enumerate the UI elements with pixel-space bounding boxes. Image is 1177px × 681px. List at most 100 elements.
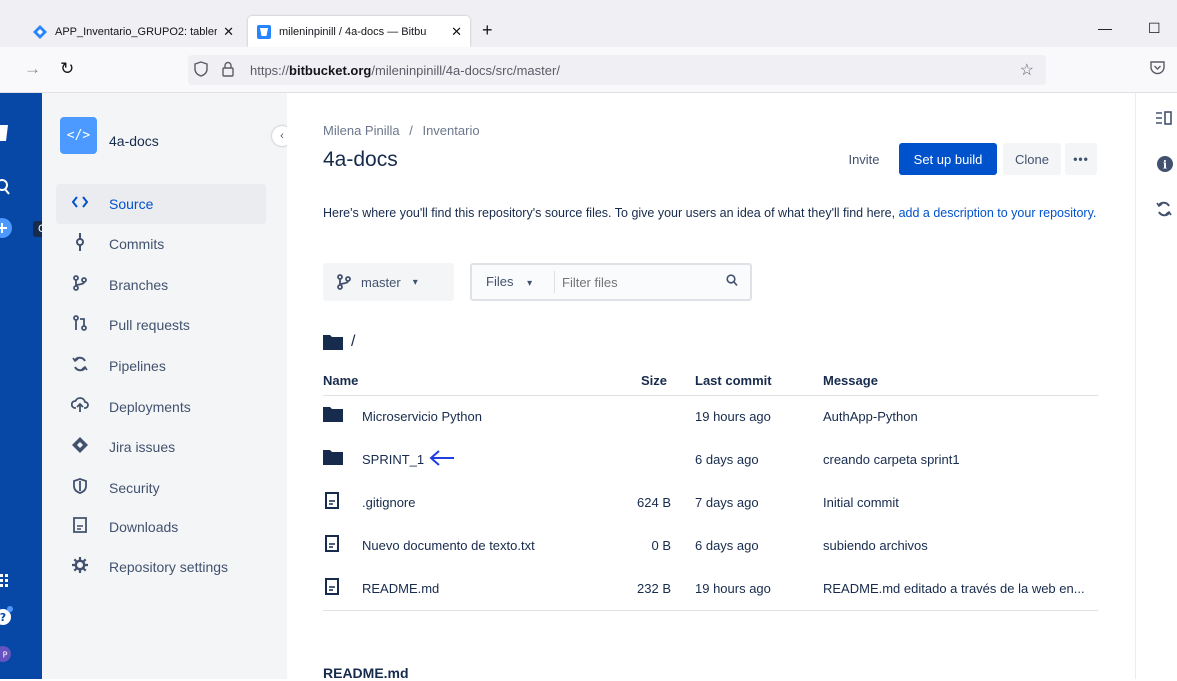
column-header-last-commit: Last commit: [695, 373, 772, 388]
sidebar-item-label: Jira issues: [109, 439, 176, 455]
sync-icon[interactable]: [1156, 201, 1172, 221]
branch-selector[interactable]: master ▾: [323, 263, 454, 301]
branch-name: master: [361, 274, 401, 290]
commit-message[interactable]: subiendo archivos: [823, 538, 928, 553]
sidebar-item-label: Commits: [109, 236, 165, 252]
file-name[interactable]: README.md: [362, 581, 439, 596]
last-commit: 6 days ago: [695, 538, 759, 553]
sidebar-item-commits[interactable]: Commits: [56, 224, 266, 264]
forward-arrow-icon[interactable]: →: [24, 59, 41, 79]
filter-files-input[interactable]: [562, 271, 712, 293]
commit-message[interactable]: Initial commit: [823, 495, 899, 510]
sidebar-item-label: Deployments: [109, 399, 191, 415]
branch-icon: [69, 274, 91, 296]
lock-icon[interactable]: [222, 61, 234, 81]
table-row[interactable]: Nuevo documento de texto.txt 0 B 6 days …: [323, 525, 1098, 568]
bitbucket-logo-icon[interactable]: [0, 123, 8, 148]
jira-icon: [69, 436, 91, 458]
search-icon[interactable]: [726, 274, 738, 290]
toc-icon[interactable]: [1156, 111, 1172, 129]
folder-icon: [323, 406, 343, 425]
commit-icon: [69, 232, 91, 256]
sidebar-item-pipelines[interactable]: Pipelines: [56, 346, 266, 386]
sidebar-item-source[interactable]: Source: [56, 184, 266, 224]
sidebar-item-deployments[interactable]: Deployments: [56, 387, 266, 427]
commit-message[interactable]: README.md editado a través de la web en.…: [823, 581, 1085, 596]
new-tab-button[interactable]: +: [482, 20, 493, 41]
sidebar-item-label: Downloads: [109, 519, 179, 535]
file-icon: [325, 578, 339, 598]
right-rail: i: [1135, 93, 1177, 679]
repo-name[interactable]: 4a-docs: [109, 133, 159, 149]
description-text: Here's where you'll find this repository…: [323, 206, 896, 220]
more-options-button[interactable]: •••: [1065, 143, 1097, 175]
commit-message[interactable]: creando carpeta sprint1: [823, 452, 960, 467]
file-name[interactable]: SPRINT_1: [362, 452, 424, 467]
tab-inactive[interactable]: APP_Inventario_GRUPO2: tabler ✕: [24, 16, 242, 47]
table-row[interactable]: README.md 232 B 19 hours ago README.md e…: [323, 568, 1098, 611]
tab-title: mileninpinill / 4a-docs — Bitbu: [279, 25, 427, 38]
set-up-build-button[interactable]: Set up build: [899, 143, 997, 175]
column-header-size: Size: [641, 373, 668, 388]
sidebar-item-jira-issues[interactable]: Jira issues: [56, 427, 266, 467]
svg-text:P: P: [3, 651, 8, 660]
page-title: 4a-docs: [323, 148, 398, 171]
breadcrumb-user[interactable]: Milena Pinilla: [323, 123, 400, 138]
file-size: 624 B: [637, 495, 671, 510]
download-file-icon: [69, 516, 91, 538]
branch-icon: [337, 274, 351, 290]
column-header-name[interactable]: Name: [323, 373, 358, 388]
last-commit: 6 days ago: [695, 452, 759, 467]
tab-active[interactable]: mileninpinill / 4a-docs — Bitbu ✕: [248, 16, 470, 47]
pipelines-icon: [69, 356, 91, 377]
tab-close-icon[interactable]: ✕: [223, 24, 234, 40]
files-type-dropdown[interactable]: Files ▾: [486, 274, 532, 289]
divider: [323, 610, 1098, 611]
project-sidebar: </> 4a-docs ‹ Source Commits Branches Pu…: [42, 93, 292, 679]
create-plus-icon[interactable]: [0, 217, 12, 244]
sidebar-item-label: Pipelines: [109, 358, 166, 374]
tab-close-icon[interactable]: ✕: [451, 24, 462, 40]
svg-text:?: ?: [0, 611, 6, 624]
sidebar-item-repository-settings[interactable]: Repository settings: [56, 547, 266, 587]
reload-icon[interactable]: ↻: [60, 59, 74, 79]
info-icon[interactable]: i: [1156, 155, 1174, 177]
sidebar-item-branches[interactable]: Branches: [56, 265, 266, 305]
apps-grid-icon[interactable]: [0, 573, 10, 594]
divider: [554, 271, 555, 293]
last-commit: 19 hours ago: [695, 581, 771, 596]
search-icon[interactable]: [0, 178, 10, 201]
table-row[interactable]: Microservicio Python 19 hours ago AuthAp…: [323, 396, 1098, 439]
url-bar[interactable]: https://bitbucket.org/mileninpinill/4a-d…: [188, 55, 1046, 85]
table-row[interactable]: SPRINT_1 6 days ago creando carpeta spri…: [323, 439, 1098, 482]
file-name[interactable]: .gitignore: [362, 495, 415, 510]
sidebar-item-downloads[interactable]: Downloads: [56, 507, 266, 547]
pocket-icon[interactable]: [1150, 60, 1165, 80]
sidebar-item-security[interactable]: Security: [56, 468, 266, 508]
shield-icon[interactable]: [194, 61, 208, 81]
avatar[interactable]: P: [0, 645, 12, 668]
bookmark-star-icon[interactable]: ☆: [1020, 60, 1034, 80]
svg-text:i: i: [1163, 159, 1167, 172]
url-text[interactable]: https://bitbucket.org/mileninpinill/4a-d…: [250, 63, 560, 78]
file-name[interactable]: Microservicio Python: [362, 409, 482, 424]
repo-code-icon[interactable]: </>: [60, 117, 97, 154]
invite-button[interactable]: Invite: [835, 143, 893, 175]
help-icon[interactable]: ?: [0, 605, 14, 632]
clone-button[interactable]: Clone: [1003, 143, 1061, 175]
folder-icon: [323, 449, 343, 468]
minimize-button[interactable]: —: [1098, 20, 1112, 36]
maximize-button[interactable]: ☐: [1148, 20, 1161, 37]
file-size: 0 B: [651, 538, 671, 553]
commit-message[interactable]: AuthApp-Python: [823, 409, 918, 424]
add-description-link[interactable]: add a description to your repository.: [899, 206, 1097, 220]
table-row[interactable]: .gitignore 624 B 7 days ago Initial comm…: [323, 482, 1098, 525]
browser-tabstrip: APP_Inventario_GRUPO2: tabler ✕ mileninp…: [0, 0, 1177, 47]
path-text: /: [351, 333, 356, 350]
current-path: /: [323, 333, 355, 351]
bitbucket-icon: [256, 24, 272, 40]
chevron-down-icon: ▾: [527, 278, 533, 289]
breadcrumb-project[interactable]: Inventario: [422, 123, 479, 138]
file-name[interactable]: Nuevo documento de texto.txt: [362, 538, 535, 553]
sidebar-item-pull-requests[interactable]: Pull requests: [56, 305, 266, 345]
